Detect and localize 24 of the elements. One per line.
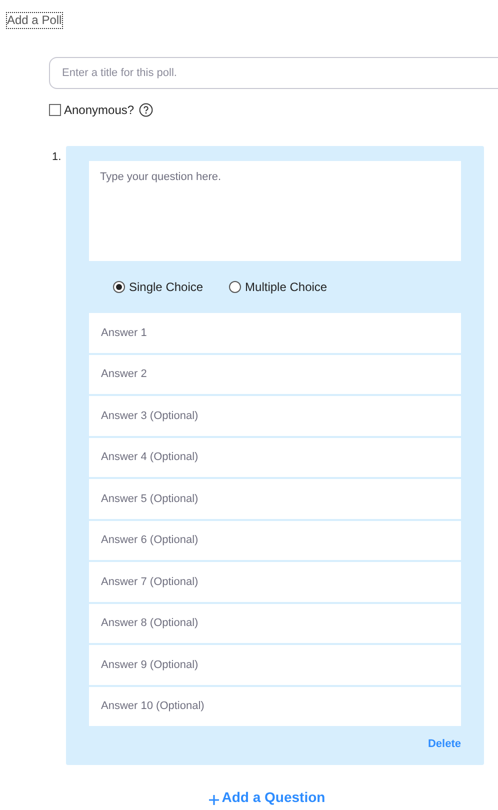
anonymous-label: Anonymous? [64,102,134,119]
help-icon[interactable] [139,103,154,117]
answer-field[interactable]: Answer 3 (Optional) [89,396,461,436]
answer-field[interactable]: Answer 8 (Optional) [89,604,461,643]
answer-field[interactable]: Answer 4 (Optional) [89,438,461,477]
page-title: Add a Poll [7,13,62,28]
choice-label: Multiple Choice [245,279,328,296]
add-question-button[interactable]: Add a Question [208,789,326,806]
answer-field[interactable]: Answer 7 (Optional) [89,562,461,602]
answer-field[interactable]: Answer 5 (Optional) [89,479,461,518]
question-number: 1. [52,150,62,163]
question-field[interactable]: Type your question here. [89,161,461,261]
answer-field[interactable]: Answer 2 [89,354,461,394]
answer-field[interactable]: Answer 9 (Optional) [89,645,461,684]
answer-field[interactable]: Answer 1 [89,313,461,352]
answer-field[interactable]: Answer 6 (Optional) [89,520,461,560]
radio-button[interactable] [113,281,125,293]
radio-button[interactable] [229,281,242,293]
anonymous-checkbox[interactable] [49,104,61,116]
poll-title-field[interactable]: Enter a title for this poll. [49,57,498,89]
answer-field[interactable]: Answer 10 (Optional) [89,686,461,726]
choice-label: Single Choice [129,279,204,296]
delete-link[interactable]: Delete [428,737,461,751]
plus-icon [208,795,219,805]
